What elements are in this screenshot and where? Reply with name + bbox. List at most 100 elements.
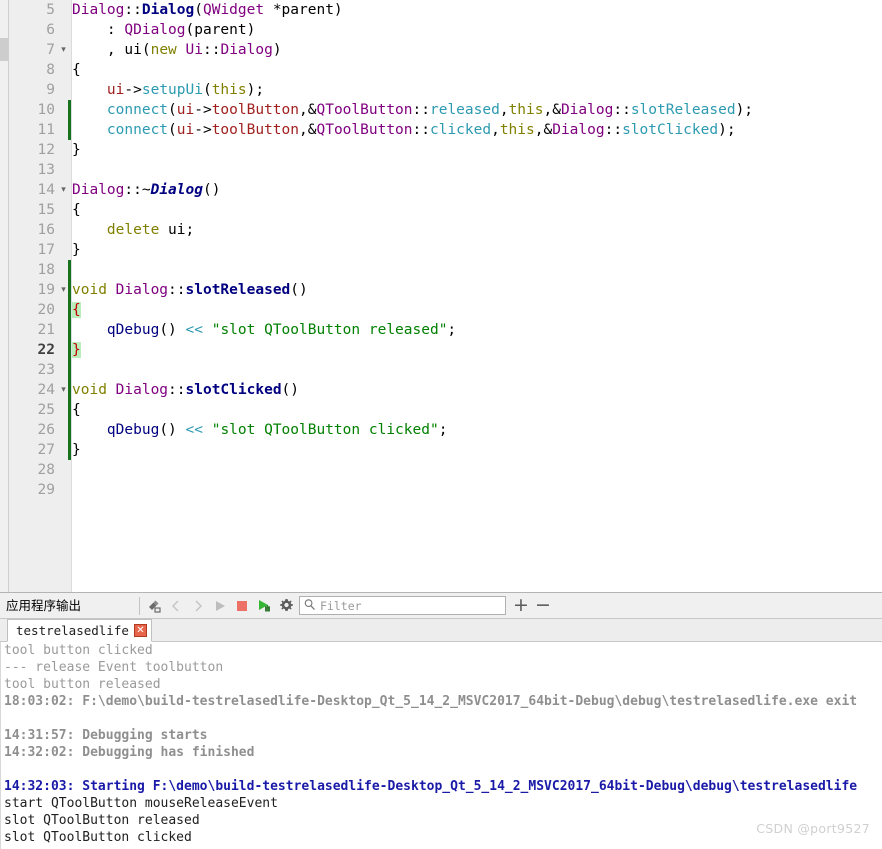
code-token: : — [72, 22, 125, 38]
code-token: ; — [447, 322, 457, 338]
code-token: ui — [176, 102, 195, 118]
code-token: ( — [202, 82, 212, 98]
code-token: { — [72, 62, 81, 78]
output-tab-testrelasedlife[interactable]: testrelasedlife ✕ — [7, 619, 152, 642]
code-line[interactable]: } — [72, 240, 81, 260]
code-token: connect — [106, 122, 169, 138]
code-token: } — [72, 342, 81, 358]
code-line[interactable]: ui->setupUi(this); — [72, 80, 264, 100]
code-token: } — [72, 142, 81, 158]
code-line[interactable]: void Dialog::slotClicked() — [72, 380, 299, 400]
code-token: Dialog — [115, 382, 169, 398]
code-line[interactable]: { — [72, 400, 81, 420]
previous-item-icon[interactable] — [165, 595, 187, 617]
code-token: *parent) — [264, 2, 343, 18]
console-line: slot QToolButton clicked — [4, 830, 192, 845]
clear-pane-icon[interactable] — [143, 595, 165, 617]
application-output-pane: 应用程序输出 Filter + − testrelasedlife ✕ tool… — [0, 592, 882, 849]
code-token: { — [72, 302, 81, 318]
filter-input[interactable]: Filter — [299, 596, 506, 615]
output-pane-title: 应用程序输出 — [6, 597, 82, 613]
code-line[interactable]: delete ui; — [72, 220, 194, 240]
re-run-icon[interactable] — [253, 595, 275, 617]
code-token: :: — [604, 122, 623, 138]
code-token: ); — [735, 102, 754, 118]
run-icon[interactable] — [209, 595, 231, 617]
change-bar-segment — [68, 360, 71, 380]
gear-icon[interactable] — [275, 595, 297, 617]
code-token: QWidget — [202, 2, 265, 18]
change-bar-segment — [68, 140, 71, 160]
code-token: QToolButton — [316, 122, 413, 138]
code-line[interactable]: { — [72, 60, 81, 80]
code-token: Dialog — [220, 42, 273, 58]
code-line[interactable]: connect(ui->toolButton,&QToolButton::rel… — [72, 100, 753, 120]
console-line: 18:03:02: F:\demo\build-testrelasedlife-… — [4, 694, 858, 709]
console-output-text[interactable]: tool button clicked --- release Event too… — [0, 642, 882, 849]
line-number: 9 — [46, 82, 55, 98]
toolbar-divider — [139, 596, 140, 615]
code-line[interactable]: } — [72, 340, 81, 360]
code-line[interactable]: qDebug() << "slot QToolButton released"; — [72, 320, 456, 340]
code-line[interactable]: } — [72, 440, 81, 460]
code-line[interactable]: connect(ui->toolButton,&QToolButton::cli… — [72, 120, 736, 140]
code-token: Dialog — [560, 102, 614, 118]
change-bar-segment — [68, 80, 71, 100]
code-line[interactable]: Dialog::~Dialog() — [72, 180, 220, 200]
code-token: ,& — [299, 122, 317, 138]
code-token: Dialog — [150, 182, 203, 198]
code-line[interactable]: : QDialog(parent) — [72, 20, 255, 40]
code-token: -> — [124, 82, 142, 98]
code-line[interactable]: Dialog::Dialog(QWidget *parent) — [72, 0, 343, 20]
code-token: QDialog — [124, 22, 186, 38]
output-tab-label: testrelasedlife — [16, 623, 129, 638]
code-token: clicked — [429, 122, 492, 138]
stop-icon[interactable] — [231, 595, 253, 617]
code-text-area[interactable]: Dialog::Dialog(QWidget *parent) : QDialo… — [72, 0, 882, 592]
console-line: 14:31:57: Debugging starts — [4, 728, 208, 743]
code-token: { — [72, 402, 81, 418]
console-line: tool button clicked — [4, 643, 153, 658]
editor-left-scrollbar-thumb[interactable] — [0, 38, 8, 61]
editor-left-scrollbar[interactable] — [0, 0, 9, 592]
code-line[interactable]: } — [72, 140, 81, 160]
line-number: 23 — [37, 362, 55, 378]
code-line[interactable]: void Dialog::slotReleased() — [72, 280, 308, 300]
line-number: 10 — [37, 102, 55, 118]
code-token: ,& — [543, 102, 561, 118]
code-token: Dialog — [115, 282, 169, 298]
filter-placeholder: Filter — [320, 598, 362, 613]
line-number: 15 — [37, 202, 55, 218]
code-token: Dialog — [72, 2, 125, 18]
code-token: toolButton — [211, 102, 300, 118]
code-token: ::~ — [124, 182, 151, 198]
line-number: 8 — [46, 62, 55, 78]
line-number: 20 — [37, 302, 55, 318]
code-token: << — [185, 422, 203, 438]
code-token: << — [185, 322, 203, 338]
code-line[interactable]: qDebug() << "slot QToolButton clicked"; — [72, 420, 448, 440]
line-number: 26 — [37, 422, 55, 438]
code-token: , — [491, 122, 500, 138]
code-token: Ui — [185, 42, 203, 58]
next-item-icon[interactable] — [187, 595, 209, 617]
code-token: :: — [412, 122, 430, 138]
code-line[interactable]: { — [72, 200, 81, 220]
line-number: 5 — [46, 2, 55, 18]
close-icon[interactable]: ✕ — [133, 624, 147, 637]
zoom-out-button[interactable]: − — [532, 595, 554, 617]
zoom-in-button[interactable]: + — [510, 595, 532, 617]
code-line[interactable]: , ui(new Ui::Dialog) — [72, 40, 282, 60]
code-line[interactable]: { — [72, 300, 81, 320]
output-pane-toolbar: 应用程序输出 Filter + − — [0, 593, 882, 619]
line-number: 6 — [46, 22, 55, 38]
